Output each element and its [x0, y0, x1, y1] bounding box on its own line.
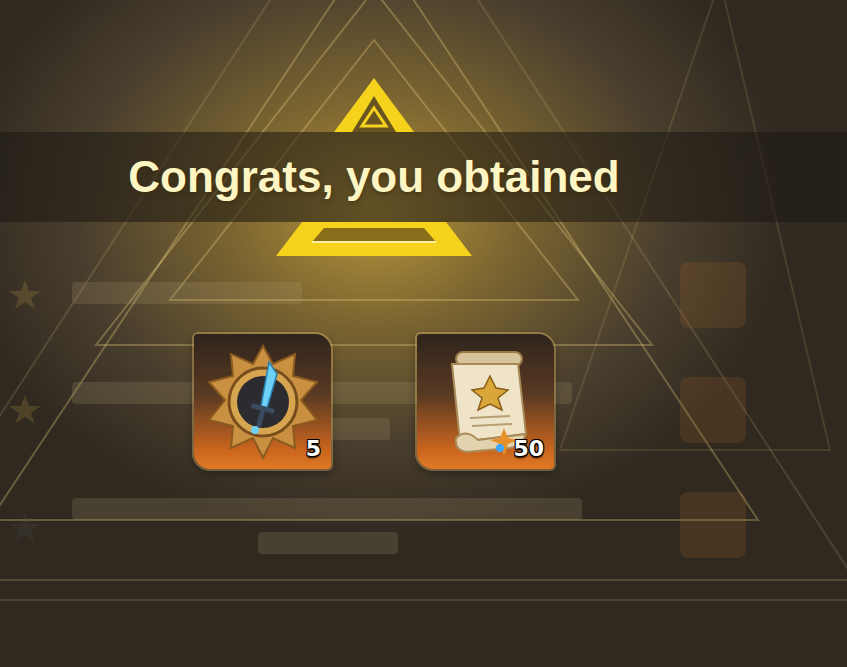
reward-item[interactable]: 5 — [194, 334, 331, 469]
triangle-emblem-icon — [334, 78, 414, 132]
title-band: Congrats, you obtained — [0, 132, 847, 222]
reward-list: 5 50 — [0, 334, 847, 469]
reward-count: 50 — [513, 436, 544, 461]
reward-count: 5 — [306, 436, 321, 461]
reward-title: Congrats, you obtained — [128, 152, 619, 202]
reward-item[interactable]: 50 — [417, 334, 554, 469]
trapezoid-bar-icon — [276, 222, 472, 256]
reward-screen[interactable]: Congrats, you obtained 5 50 — [0, 0, 847, 667]
dagger-emblem-icon — [203, 342, 323, 462]
